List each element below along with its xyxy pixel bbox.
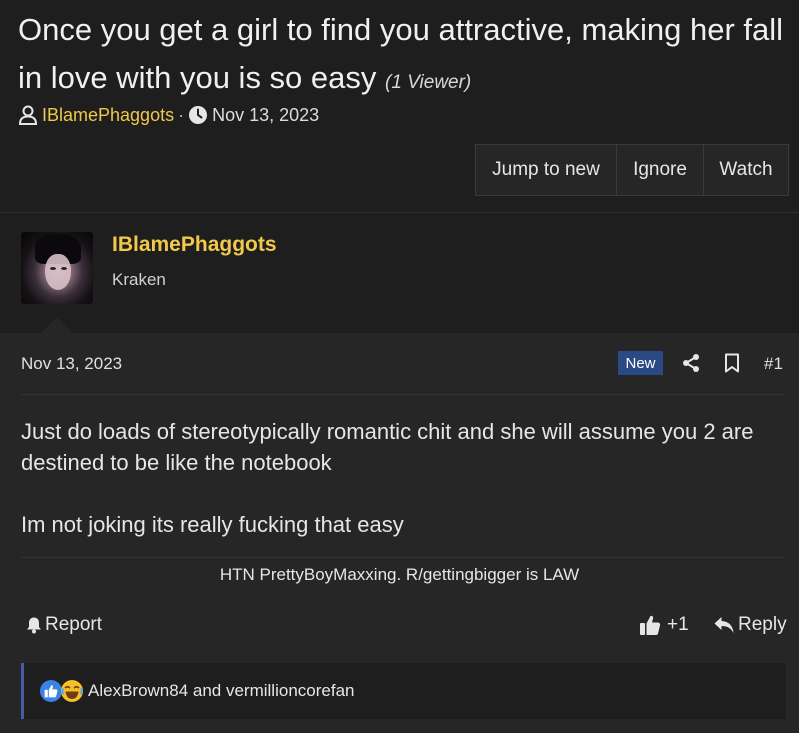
thread-meta: IBlamePhaggots · Nov 13, 2023 bbox=[18, 102, 319, 128]
avatar[interactable] bbox=[21, 232, 93, 304]
report-button[interactable]: Report bbox=[25, 614, 102, 636]
share-icon[interactable] bbox=[681, 353, 701, 373]
post-body-line: Im not joking its really fucking that ea… bbox=[21, 512, 404, 537]
meta-separator: · bbox=[178, 104, 185, 125]
laugh-icon bbox=[61, 680, 83, 702]
thumbs-up-icon bbox=[640, 615, 661, 635]
like-icon-glyph bbox=[44, 685, 58, 698]
ignore-button[interactable]: Ignore bbox=[617, 145, 704, 195]
post-body: Just do loads of stereotypically romanti… bbox=[21, 416, 786, 540]
clock-icon bbox=[189, 106, 208, 124]
reaction-icons bbox=[40, 679, 86, 703]
avatar-eye bbox=[50, 267, 56, 270]
bookmark-icon[interactable] bbox=[723, 353, 741, 373]
reaction-names[interactable]: AlexBrown84 and vermillioncorefan bbox=[88, 681, 354, 701]
post-header-divider bbox=[21, 394, 786, 395]
signature: HTN PrettyBoyMaxxing. R/gettingbigger is… bbox=[219, 565, 580, 584]
reply-button[interactable]: Reply bbox=[713, 614, 787, 636]
post-body-line: Just do loads of stereotypically romanti… bbox=[21, 419, 754, 475]
signature-divider bbox=[21, 557, 786, 558]
user-title: Kraken bbox=[112, 270, 166, 289]
like-button[interactable]: +1 bbox=[639, 614, 689, 636]
post-actions: Report +1 Reply bbox=[25, 614, 787, 640]
post-header: Nov 13, 2023 New #1 bbox=[21, 350, 786, 380]
thread-button-group: Jump to new Ignore Watch bbox=[475, 144, 789, 196]
like-icon bbox=[40, 680, 62, 702]
post-number[interactable]: #1 bbox=[764, 354, 783, 374]
bell-icon bbox=[27, 617, 41, 634]
user-icon bbox=[18, 105, 38, 125]
post-body-line bbox=[21, 478, 786, 509]
thread-author[interactable]: IBlamePhaggots bbox=[42, 105, 174, 126]
like-count: +1 bbox=[667, 614, 689, 635]
watch-button[interactable]: Watch bbox=[704, 145, 788, 195]
post-username[interactable]: IBlamePhaggots bbox=[112, 233, 277, 257]
post: IBlamePhaggots Kraken Nov 13, 2023 New #… bbox=[0, 212, 799, 733]
post-user-block: IBlamePhaggots Kraken bbox=[0, 212, 799, 334]
post-date[interactable]: Nov 13, 2023 bbox=[21, 354, 122, 374]
jump-to-new-button[interactable]: Jump to new bbox=[476, 145, 617, 195]
thread-date[interactable]: Nov 13, 2023 bbox=[212, 105, 319, 126]
reply-label: Reply bbox=[738, 614, 787, 635]
report-label: Report bbox=[45, 614, 103, 635]
reply-icon bbox=[714, 617, 734, 633]
reactions-bar: AlexBrown84 and vermillioncorefan bbox=[21, 663, 786, 719]
new-badge: New bbox=[618, 351, 663, 375]
thread-header: Once you get a girl to find you attracti… bbox=[0, 0, 799, 212]
user-block-arrow bbox=[40, 317, 74, 334]
viewer-count[interactable]: (1 Viewer) bbox=[385, 72, 471, 93]
avatar-eye bbox=[61, 267, 67, 270]
avatar-face bbox=[45, 254, 71, 290]
thread-title: Once you get a girl to find you attracti… bbox=[18, 6, 788, 107]
